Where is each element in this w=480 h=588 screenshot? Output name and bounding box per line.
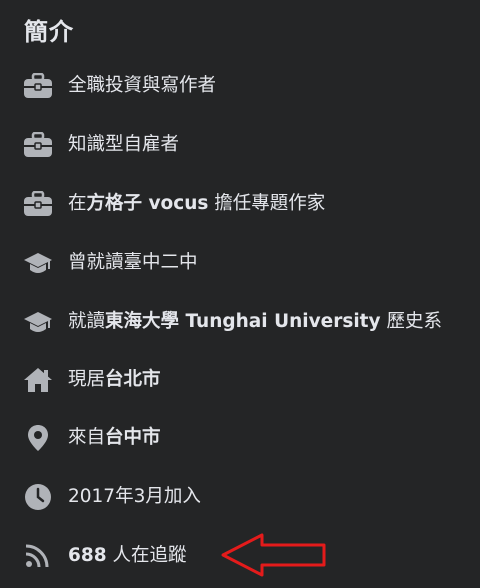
intro-item-text: 全職投資與寫作者 — [68, 74, 217, 96]
intro-item-text: 曾就讀臺中二中 — [68, 251, 198, 273]
intro-item-text: 2017年3月加入 — [68, 485, 201, 507]
followers-count-link[interactable]: 688 人在追蹤 — [68, 544, 187, 566]
intro-item-text: 就讀東海大學 Tunghai University 歷史系 — [68, 310, 442, 332]
intro-item-education-1: 曾就讀臺中二中 — [20, 243, 198, 283]
followers-count: 688 — [68, 544, 107, 566]
text-segment: 全職投資與寫作者 — [68, 74, 217, 96]
location-pin-icon — [20, 420, 56, 456]
text-segment: 歷史系 — [380, 310, 442, 332]
home-icon — [20, 362, 56, 398]
hometown-link[interactable]: 台中市 — [105, 427, 161, 448]
school-link[interactable]: 東海大學 Tunghai University — [105, 311, 381, 332]
intro-item-followers: 688 人在追蹤 — [20, 536, 187, 576]
text-segment: 在 — [68, 192, 87, 214]
clock-icon — [20, 479, 56, 515]
intro-item-text: 知識型自雇者 — [68, 133, 180, 155]
briefcase-icon — [20, 186, 56, 222]
briefcase-icon — [20, 68, 56, 104]
text-segment: 曾就讀臺中二中 — [68, 251, 198, 273]
intro-item-text: 在方格子 vocus 擔任專題作家 — [68, 192, 326, 214]
intro-title: 簡介 — [24, 18, 74, 46]
rss-followers-icon — [20, 538, 56, 574]
intro-item-text: 現居台北市 — [68, 368, 161, 390]
text-segment: 現居 — [68, 368, 106, 390]
text-segment: 就讀 — [68, 310, 106, 332]
graduation-cap-icon — [20, 304, 56, 340]
briefcase-icon — [20, 127, 56, 163]
text-segment: 擔任專題作家 — [208, 192, 326, 214]
intro-item-text: 來自台中市 — [68, 426, 161, 448]
intro-item-joined: 2017年3月加入 — [20, 477, 201, 517]
intro-item-work-1: 全職投資與寫作者 — [20, 66, 216, 106]
text-segment: 知識型自雇者 — [68, 133, 180, 155]
text-segment: 人在追蹤 — [106, 544, 187, 566]
graduation-cap-icon — [20, 245, 56, 281]
annotation-arrow-icon — [221, 533, 326, 577]
intro-panel: 簡介 全職投資與寫作者 知識型自雇者 在方格子 vocus 擔任專題作家 曾就讀… — [0, 0, 480, 588]
intro-item-education-2: 就讀東海大學 Tunghai University 歷史系 — [20, 302, 442, 342]
intro-item-work-3: 在方格子 vocus 擔任專題作家 — [20, 184, 325, 224]
intro-item-work-2: 知識型自雇者 — [20, 125, 179, 165]
intro-item-current-city: 現居台北市 — [20, 360, 161, 400]
text-segment: 2017年3月加入 — [68, 485, 201, 507]
text-segment: 來自 — [68, 426, 106, 448]
employer-link[interactable]: 方格子 vocus — [87, 193, 209, 214]
intro-item-hometown: 來自台中市 — [20, 418, 161, 458]
current-city-link[interactable]: 台北市 — [105, 369, 161, 390]
